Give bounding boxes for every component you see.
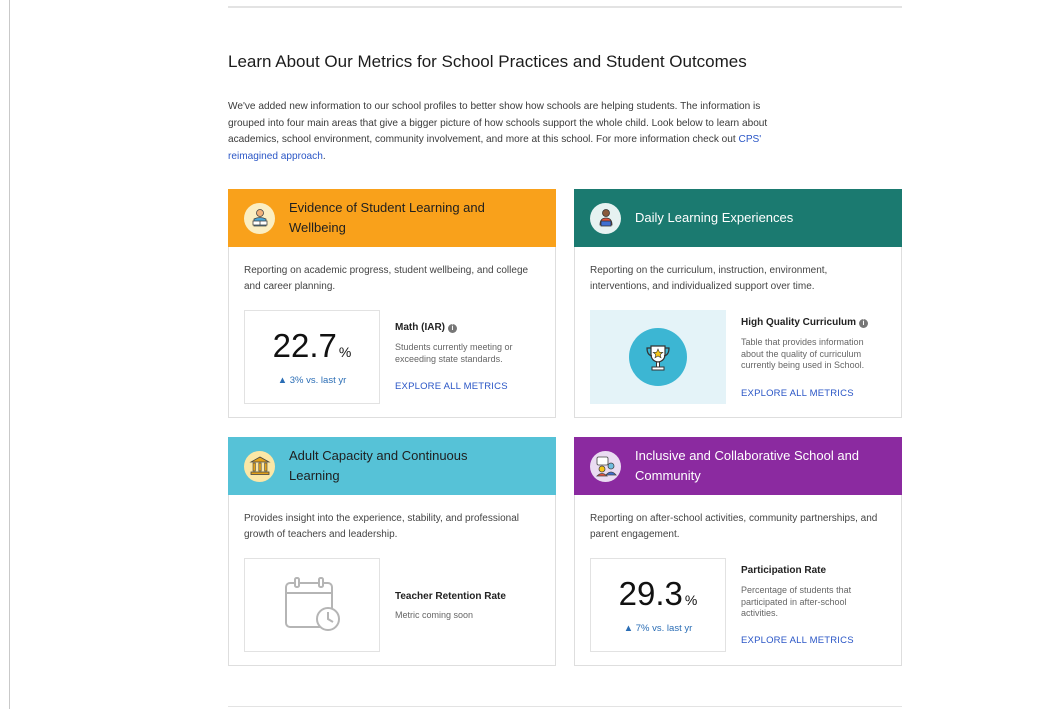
metric-title-text: High Quality Curriculum xyxy=(741,317,857,328)
card-adult-capacity: Adult Capacity and Continuous Learning P… xyxy=(228,437,556,666)
metric-number: 29.3 xyxy=(618,574,683,612)
card-header: Daily Learning Experiences xyxy=(574,189,902,247)
intro-paragraph: We've added new information to our schoo… xyxy=(228,99,783,165)
student-reading-icon xyxy=(244,202,275,234)
calendar-clock-icon xyxy=(285,577,340,631)
metric-title: High Quality Curriculum i xyxy=(741,317,869,328)
card-title: Adult Capacity and Continuous Learning xyxy=(289,448,468,483)
intro-end: . xyxy=(322,150,326,162)
explore-all-metrics-link[interactable]: EXPLORE ALL METRICS xyxy=(741,635,854,646)
bottom-divider xyxy=(228,706,902,707)
metric-image-box xyxy=(590,310,726,404)
card-description: Reporting on academic progress, student … xyxy=(244,265,529,292)
metric-title-text: Math (IAR) xyxy=(395,322,445,333)
card-header: Evidence of Student Learning and Wellbei… xyxy=(228,189,556,247)
card-header: Adult Capacity and Continuous Learning xyxy=(228,437,556,495)
explore-all-metrics-link[interactable]: EXPLORE ALL METRICS xyxy=(741,388,854,399)
metric-description: Metric coming soon xyxy=(395,610,474,620)
metric-description: Students currently meeting or exceeding … xyxy=(395,342,513,364)
explore-all-metrics-link[interactable]: EXPLORE ALL METRICS xyxy=(395,381,508,392)
card-daily-learning: Daily Learning Experiences Reporting on … xyxy=(574,189,902,418)
institution-icon xyxy=(244,450,275,482)
intro-text: We've added new information to our schoo… xyxy=(228,101,768,145)
community-icon xyxy=(590,450,621,482)
metric-title: Participation Rate xyxy=(741,565,827,576)
metric-title: Math (IAR) i xyxy=(395,322,457,333)
card-description: Reporting on the curriculum, instruction… xyxy=(590,265,828,292)
top-divider xyxy=(228,6,902,8)
card-description: Reporting on after-school activities, co… xyxy=(590,513,878,540)
metric-delta: ▲ 7% vs. last yr xyxy=(623,622,693,634)
info-icon[interactable]: i xyxy=(859,319,869,328)
metric-value-box: 29.3% ▲ 7% vs. last yr xyxy=(590,558,726,652)
metric-description: Table that provides information about th… xyxy=(741,337,865,370)
info-icon[interactable]: i xyxy=(448,324,457,333)
card-inclusive-community: Inclusive and Collaborative School and C… xyxy=(574,437,902,666)
card-title: Daily Learning Experiences xyxy=(635,210,794,225)
card-title: Evidence of Student Learning and Wellbei… xyxy=(289,200,485,235)
metric-value: 29.3% xyxy=(618,574,698,617)
metric-unit: % xyxy=(684,591,698,608)
metric-delta: ▲ 3% vs. last yr xyxy=(277,374,347,386)
page-left-border xyxy=(9,0,10,709)
metric-value-box: 22.7% ▲ 3% vs. last yr xyxy=(244,310,380,404)
teacher-icon xyxy=(590,202,621,234)
metric-description: Percentage of students that participated… xyxy=(741,585,852,618)
metric-number: 22.7 xyxy=(272,326,337,364)
page-title: Learn About Our Metrics for School Pract… xyxy=(228,52,747,71)
metric-image-box xyxy=(244,558,380,652)
card-header: Inclusive and Collaborative School and C… xyxy=(574,437,902,495)
trophy-icon xyxy=(629,328,687,386)
metric-value: 22.7% xyxy=(272,326,352,369)
metric-title: Teacher Retention Rate xyxy=(395,591,506,602)
metric-unit: % xyxy=(338,343,352,360)
card-description: Provides insight into the experience, st… xyxy=(244,513,519,540)
card-title: Inclusive and Collaborative School and C… xyxy=(635,448,860,483)
card-student-learning: Evidence of Student Learning and Wellbei… xyxy=(228,189,556,418)
